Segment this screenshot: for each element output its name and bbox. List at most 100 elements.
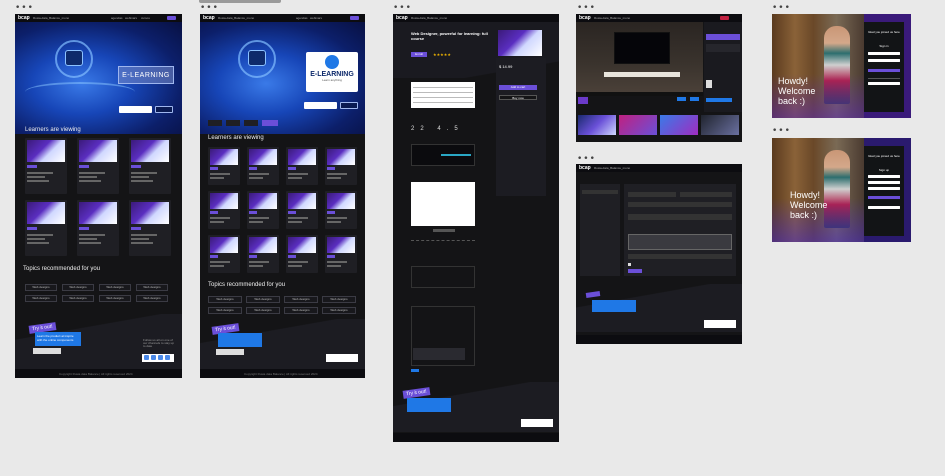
- nav-cta-button[interactable]: [720, 16, 729, 20]
- topic-tag[interactable]: Web designs: [284, 296, 318, 303]
- frame-settings-form[interactable]: bcap Rusia-data_Balance_mono: [576, 164, 742, 344]
- social-icon[interactable]: [144, 355, 149, 360]
- course-card[interactable]: [247, 235, 279, 273]
- topic-tag[interactable]: Web designs: [246, 296, 280, 303]
- enroll-button[interactable]: Enroll: [411, 52, 427, 57]
- filter-pill[interactable]: [244, 120, 258, 126]
- sidebar-item-active[interactable]: [582, 190, 618, 194]
- topic-tag[interactable]: Web designs: [136, 284, 168, 291]
- promo-card[interactable]: [592, 300, 636, 312]
- course-card[interactable]: [25, 200, 67, 256]
- topic-tag[interactable]: Web designs: [62, 295, 94, 302]
- social-icon[interactable]: [165, 355, 170, 360]
- name-field[interactable]: [868, 175, 900, 178]
- promo-card[interactable]: [218, 333, 262, 347]
- language-select[interactable]: [628, 254, 732, 259]
- next-button[interactable]: [690, 97, 699, 101]
- filter-pill-active[interactable]: [262, 120, 278, 126]
- frame-menu-icon[interactable]: •••: [200, 4, 219, 13]
- frame-sign-in[interactable]: Howdy! Welcome back :) Glad you joined u…: [772, 14, 911, 118]
- hero-search-input[interactable]: [119, 106, 152, 113]
- nav-item[interactable]: cursos: [141, 16, 150, 20]
- promo-controls[interactable]: [33, 348, 61, 354]
- topic-tag[interactable]: Web designs: [25, 295, 57, 302]
- bio-input[interactable]: [628, 214, 732, 220]
- playlist-item[interactable]: [706, 80, 712, 88]
- email-field[interactable]: [868, 181, 900, 184]
- topic-tag[interactable]: Web designs: [322, 296, 356, 303]
- topic-tag[interactable]: Web designs: [25, 284, 57, 291]
- nav-item[interactable]: agendas: [111, 16, 123, 20]
- app-logo[interactable]: bcap: [396, 15, 408, 21]
- app-logo[interactable]: bcap: [203, 15, 215, 21]
- related-video[interactable]: [619, 115, 657, 135]
- sign-up-button[interactable]: [868, 196, 900, 199]
- course-card[interactable]: [286, 147, 318, 185]
- player-controls[interactable]: [576, 92, 703, 96]
- last-name-input[interactable]: [680, 192, 732, 197]
- filter-pill[interactable]: [208, 120, 222, 126]
- topic-tag[interactable]: Web designs: [246, 307, 280, 314]
- playlist-item-active[interactable]: [706, 34, 740, 40]
- course-card[interactable]: [129, 138, 171, 194]
- app-logo[interactable]: bcap: [579, 165, 591, 171]
- playlist-item[interactable]: [706, 44, 740, 52]
- frame-video-player[interactable]: bcap Rusia-data_Balance_mono: [576, 14, 742, 142]
- video-progress[interactable]: [441, 154, 471, 156]
- frame-menu-icon[interactable]: •••: [15, 4, 34, 13]
- course-card[interactable]: [247, 191, 279, 229]
- add-to-cart-button[interactable]: Add to cart: [499, 85, 537, 90]
- google-button[interactable]: [868, 82, 900, 85]
- course-card[interactable]: [286, 235, 318, 273]
- topic-tag[interactable]: Web designs: [99, 295, 131, 302]
- frame-home[interactable]: bcap Rusia-data_Balance_mono agendas web…: [15, 14, 182, 378]
- course-card[interactable]: [325, 147, 357, 185]
- promo-card[interactable]: Learn the product at inspire with the on…: [35, 332, 81, 346]
- nav-item[interactable]: webinars: [310, 16, 322, 20]
- frame-course-detail[interactable]: bcap Rusia-data_Balance_mono Web Designe…: [393, 14, 559, 442]
- promo-controls[interactable]: [216, 349, 244, 355]
- hero-search-button[interactable]: [155, 106, 173, 113]
- topic-tag[interactable]: Web designs: [208, 307, 242, 314]
- related-video[interactable]: [701, 115, 739, 135]
- prev-button[interactable]: [677, 97, 686, 101]
- frame-home-variant[interactable]: bcap Rusia-data_Balance_mono agendas web…: [200, 14, 365, 378]
- filter-pill[interactable]: [226, 120, 240, 126]
- topic-tag[interactable]: Web designs: [208, 296, 242, 303]
- password-field[interactable]: [868, 59, 900, 62]
- topic-tag[interactable]: Web designs: [136, 295, 168, 302]
- frame-menu-icon[interactable]: •••: [577, 155, 596, 164]
- course-card[interactable]: [208, 235, 240, 273]
- course-card[interactable]: [129, 200, 171, 256]
- google-button[interactable]: [868, 206, 900, 209]
- course-card[interactable]: [325, 191, 357, 229]
- show-more-button[interactable]: [433, 229, 455, 232]
- topic-tag[interactable]: Web designs: [322, 307, 356, 314]
- hero-search-input[interactable]: [304, 102, 337, 109]
- submit-comment-button[interactable]: [411, 369, 419, 372]
- frame-menu-icon[interactable]: •••: [772, 127, 791, 136]
- course-card[interactable]: [325, 235, 357, 273]
- playlist-cta[interactable]: [706, 98, 732, 102]
- course-card[interactable]: [25, 138, 67, 194]
- app-logo[interactable]: bcap: [579, 15, 591, 21]
- social-icon[interactable]: [151, 355, 156, 360]
- nav-item[interactable]: agendas: [296, 16, 308, 20]
- nav-item[interactable]: webinars: [125, 16, 137, 20]
- related-video[interactable]: [660, 115, 698, 135]
- topic-tag[interactable]: Web designs: [284, 307, 318, 314]
- app-logo[interactable]: bcap: [18, 15, 30, 21]
- frame-menu-icon[interactable]: •••: [577, 4, 596, 13]
- topic-tag[interactable]: Web designs: [62, 284, 94, 291]
- first-name-input[interactable]: [628, 192, 676, 197]
- frame-menu-icon[interactable]: •••: [393, 4, 412, 13]
- topic-tag[interactable]: Web designs: [99, 284, 131, 291]
- buy-now-button[interactable]: Buy now: [499, 95, 537, 100]
- password-field[interactable]: [868, 187, 900, 190]
- about-textarea[interactable]: [628, 234, 732, 250]
- related-video[interactable]: [578, 115, 616, 135]
- course-card[interactable]: [208, 191, 240, 229]
- hero-search-button[interactable]: [340, 102, 358, 109]
- frame-menu-icon[interactable]: •••: [772, 4, 791, 13]
- frame-sign-up[interactable]: Howdy! Welcome back :) Glad you joined u…: [772, 138, 911, 242]
